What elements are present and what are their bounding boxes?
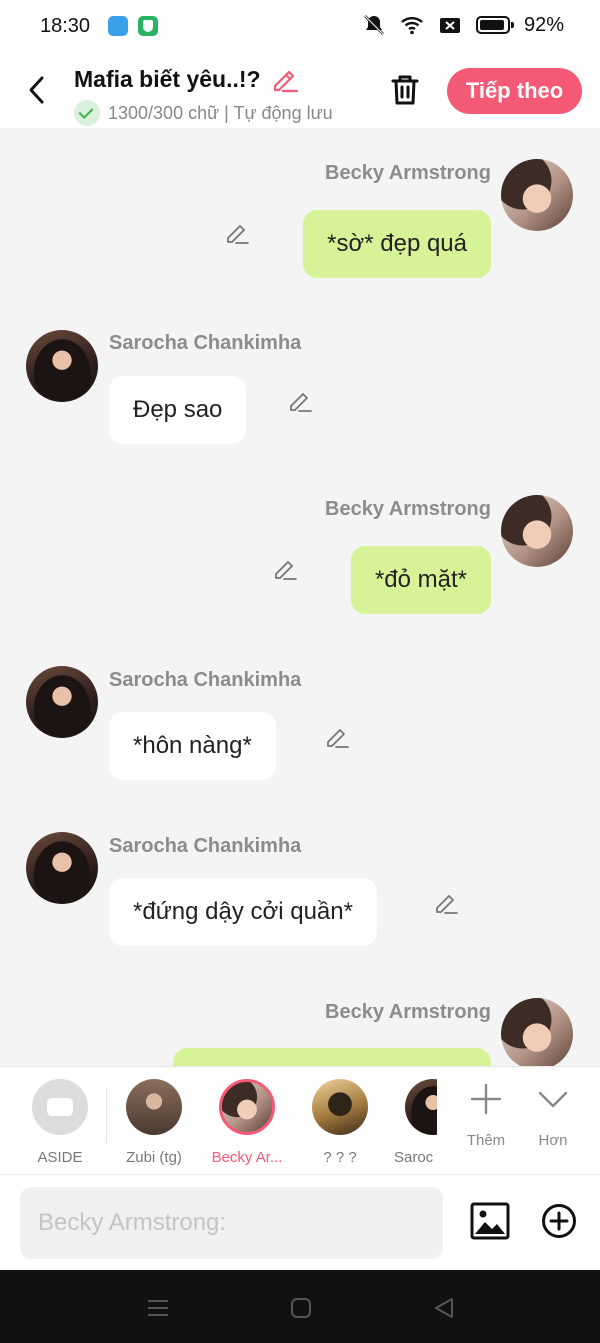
character-sarocha[interactable]: Saroc [393,1079,437,1166]
add-label: Thêm [466,1132,506,1149]
security-app-icon [138,16,158,36]
character-becky-selected[interactable]: Becky Ar... [207,1079,287,1166]
message-bubble[interactable] [173,1048,491,1066]
sender-name: Sarocha Chankimha [109,669,302,691]
avatar [126,1079,182,1135]
more-characters-button[interactable]: Hơn [518,1081,588,1149]
story-title: Mafia biết yêu..!? [74,65,261,92]
sender-name: Becky Armstrong [325,162,491,184]
battery-percent: 92% [523,13,564,36]
novel-app-icon [108,16,128,36]
avatar-becky[interactable] [501,159,573,231]
back-icon[interactable] [22,72,54,108]
message-input[interactable] [20,1187,443,1259]
message-bubble[interactable]: *đứng dậy cởi quần* [109,878,377,946]
message-bubble[interactable]: *hôn nàng* [109,712,276,780]
add-character-button[interactable]: Thêm [451,1081,521,1149]
sender-name: Sarocha Chankimha [109,332,302,354]
edit-message-icon[interactable] [433,890,459,916]
more-label: Hơn [538,1132,568,1149]
edit-message-icon[interactable] [224,220,250,246]
character-label: ? ? ? [323,1149,357,1166]
status-bar: 18:30 92% [0,0,600,56]
saved-check-icon [74,100,100,126]
avatar [312,1079,368,1135]
top-app-bar: Mafia biết yêu..!? 1300/300 chữ | Tự độn… [0,56,600,128]
message-bubble[interactable]: *đỏ mặt* [350,546,491,614]
story-title-block: Mafia biết yêu..!? 1300/300 chữ | Tự độn… [74,64,333,126]
add-circle-icon[interactable] [541,1203,577,1239]
edit-message-icon[interactable] [272,556,298,582]
home-icon[interactable] [289,1296,313,1320]
back-nav-icon[interactable] [432,1296,456,1320]
avatar-becky[interactable] [501,998,573,1066]
avatar-sarocha[interactable] [26,666,98,738]
avatar [219,1079,275,1135]
message-bubble[interactable]: Đẹp sao [109,376,247,444]
image-icon[interactable] [470,1202,510,1240]
character-label: Becky Ar... [211,1149,283,1166]
sender-name: Becky Armstrong [325,1001,491,1023]
avatar [405,1079,437,1135]
sender-name: Becky Armstrong [325,498,491,520]
character-label: Saroc [394,1149,434,1166]
divider [106,1087,107,1143]
wifi-icon [401,17,423,35]
edit-title-icon[interactable] [269,64,299,94]
edit-message-icon[interactable] [324,724,350,750]
recent-apps-icon[interactable] [146,1296,170,1320]
sim-off-icon [439,18,460,33]
character-selector: ASIDE Zubi (tg) Becky Ar... ? ? ? Saroc … [0,1066,600,1174]
status-time: 18:30 [40,15,91,37]
sender-name: Sarocha Chankimha [109,835,302,857]
avatar-sarocha[interactable] [26,832,98,904]
trash-icon[interactable] [388,72,422,108]
word-count-autosave: 1300/300 chữ | Tự động lưu [108,102,333,123]
chat-area[interactable]: Becky Armstrong *sờ* đẹp quá Sarocha Cha… [0,128,600,1066]
character-label: ASIDE [37,1149,83,1166]
battery-icon [475,16,514,34]
character-unknown[interactable]: ? ? ? [300,1079,380,1166]
plus-icon [470,1083,502,1115]
chevron-down-icon [538,1091,568,1108]
composer-bar [0,1174,600,1270]
character-label: Zubi (tg) [126,1149,182,1166]
avatar-becky[interactable] [501,495,573,567]
mute-icon [364,15,384,35]
edit-message-icon[interactable] [287,388,313,414]
message-bubble[interactable]: *sờ* đẹp quá [303,210,491,278]
aside-icon [32,1079,88,1135]
character-zubi[interactable]: Zubi (tg) [114,1079,194,1166]
system-nav-bar [0,1270,600,1343]
avatar-sarocha[interactable] [26,330,98,402]
next-button[interactable]: Tiếp theo [447,68,582,114]
character-aside[interactable]: ASIDE [20,1079,100,1166]
